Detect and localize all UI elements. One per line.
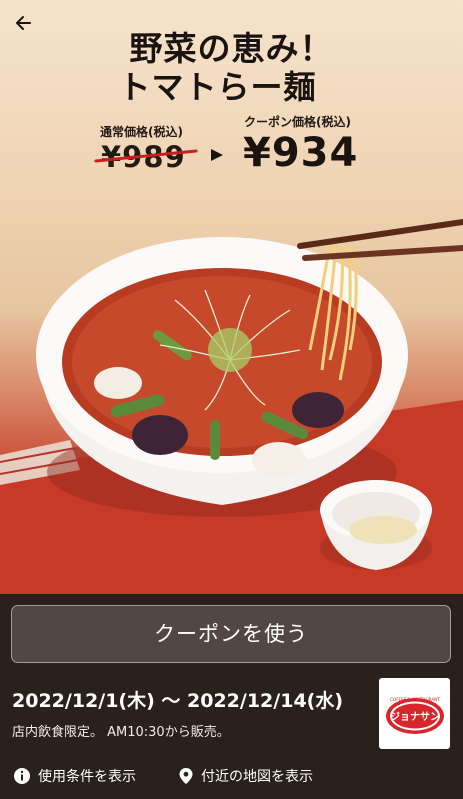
location-pin-icon [179,768,193,784]
use-coupon-button[interactable]: クーポンを使う [11,605,451,663]
terms-link[interactable]: 使用条件を表示 [13,766,136,786]
jonathan-logo: COFFEE & RESTAURANT ジョナサン [385,697,444,734]
strikethrough-line [94,149,198,163]
triangle-arrow-icon [211,149,223,161]
validity-period: 2022/12/1(木) 〜 2022/12/14(水) [12,690,344,712]
coupon-price-label: クーポン価格(税込) [244,115,351,129]
terms-link-label: 使用条件を表示 [38,769,136,785]
info-icon [14,768,30,784]
map-link[interactable]: 付近の地図を表示 [178,766,313,786]
brand-logo: COFFEE & RESTAURANT ジョナサン [379,678,450,749]
logo-name-text: ジョナサン [390,711,440,723]
promo-title-line2: トマトらー麺 [118,68,317,106]
hero-image: 野菜の恵み！ トマトらー麺 通常価格(税込) ¥989 クーポン価格(税込) ¥… [0,0,463,594]
coupon-price: ¥934 [243,130,359,176]
map-link-label: 付近の地図を表示 [201,769,313,785]
validity-note: 店内飲食限定。 AM10:30から販売。 [12,725,230,740]
regular-price-label: 通常価格(税込) [100,125,183,139]
logo-top-text: COFFEE & RESTAURANT [390,697,440,702]
